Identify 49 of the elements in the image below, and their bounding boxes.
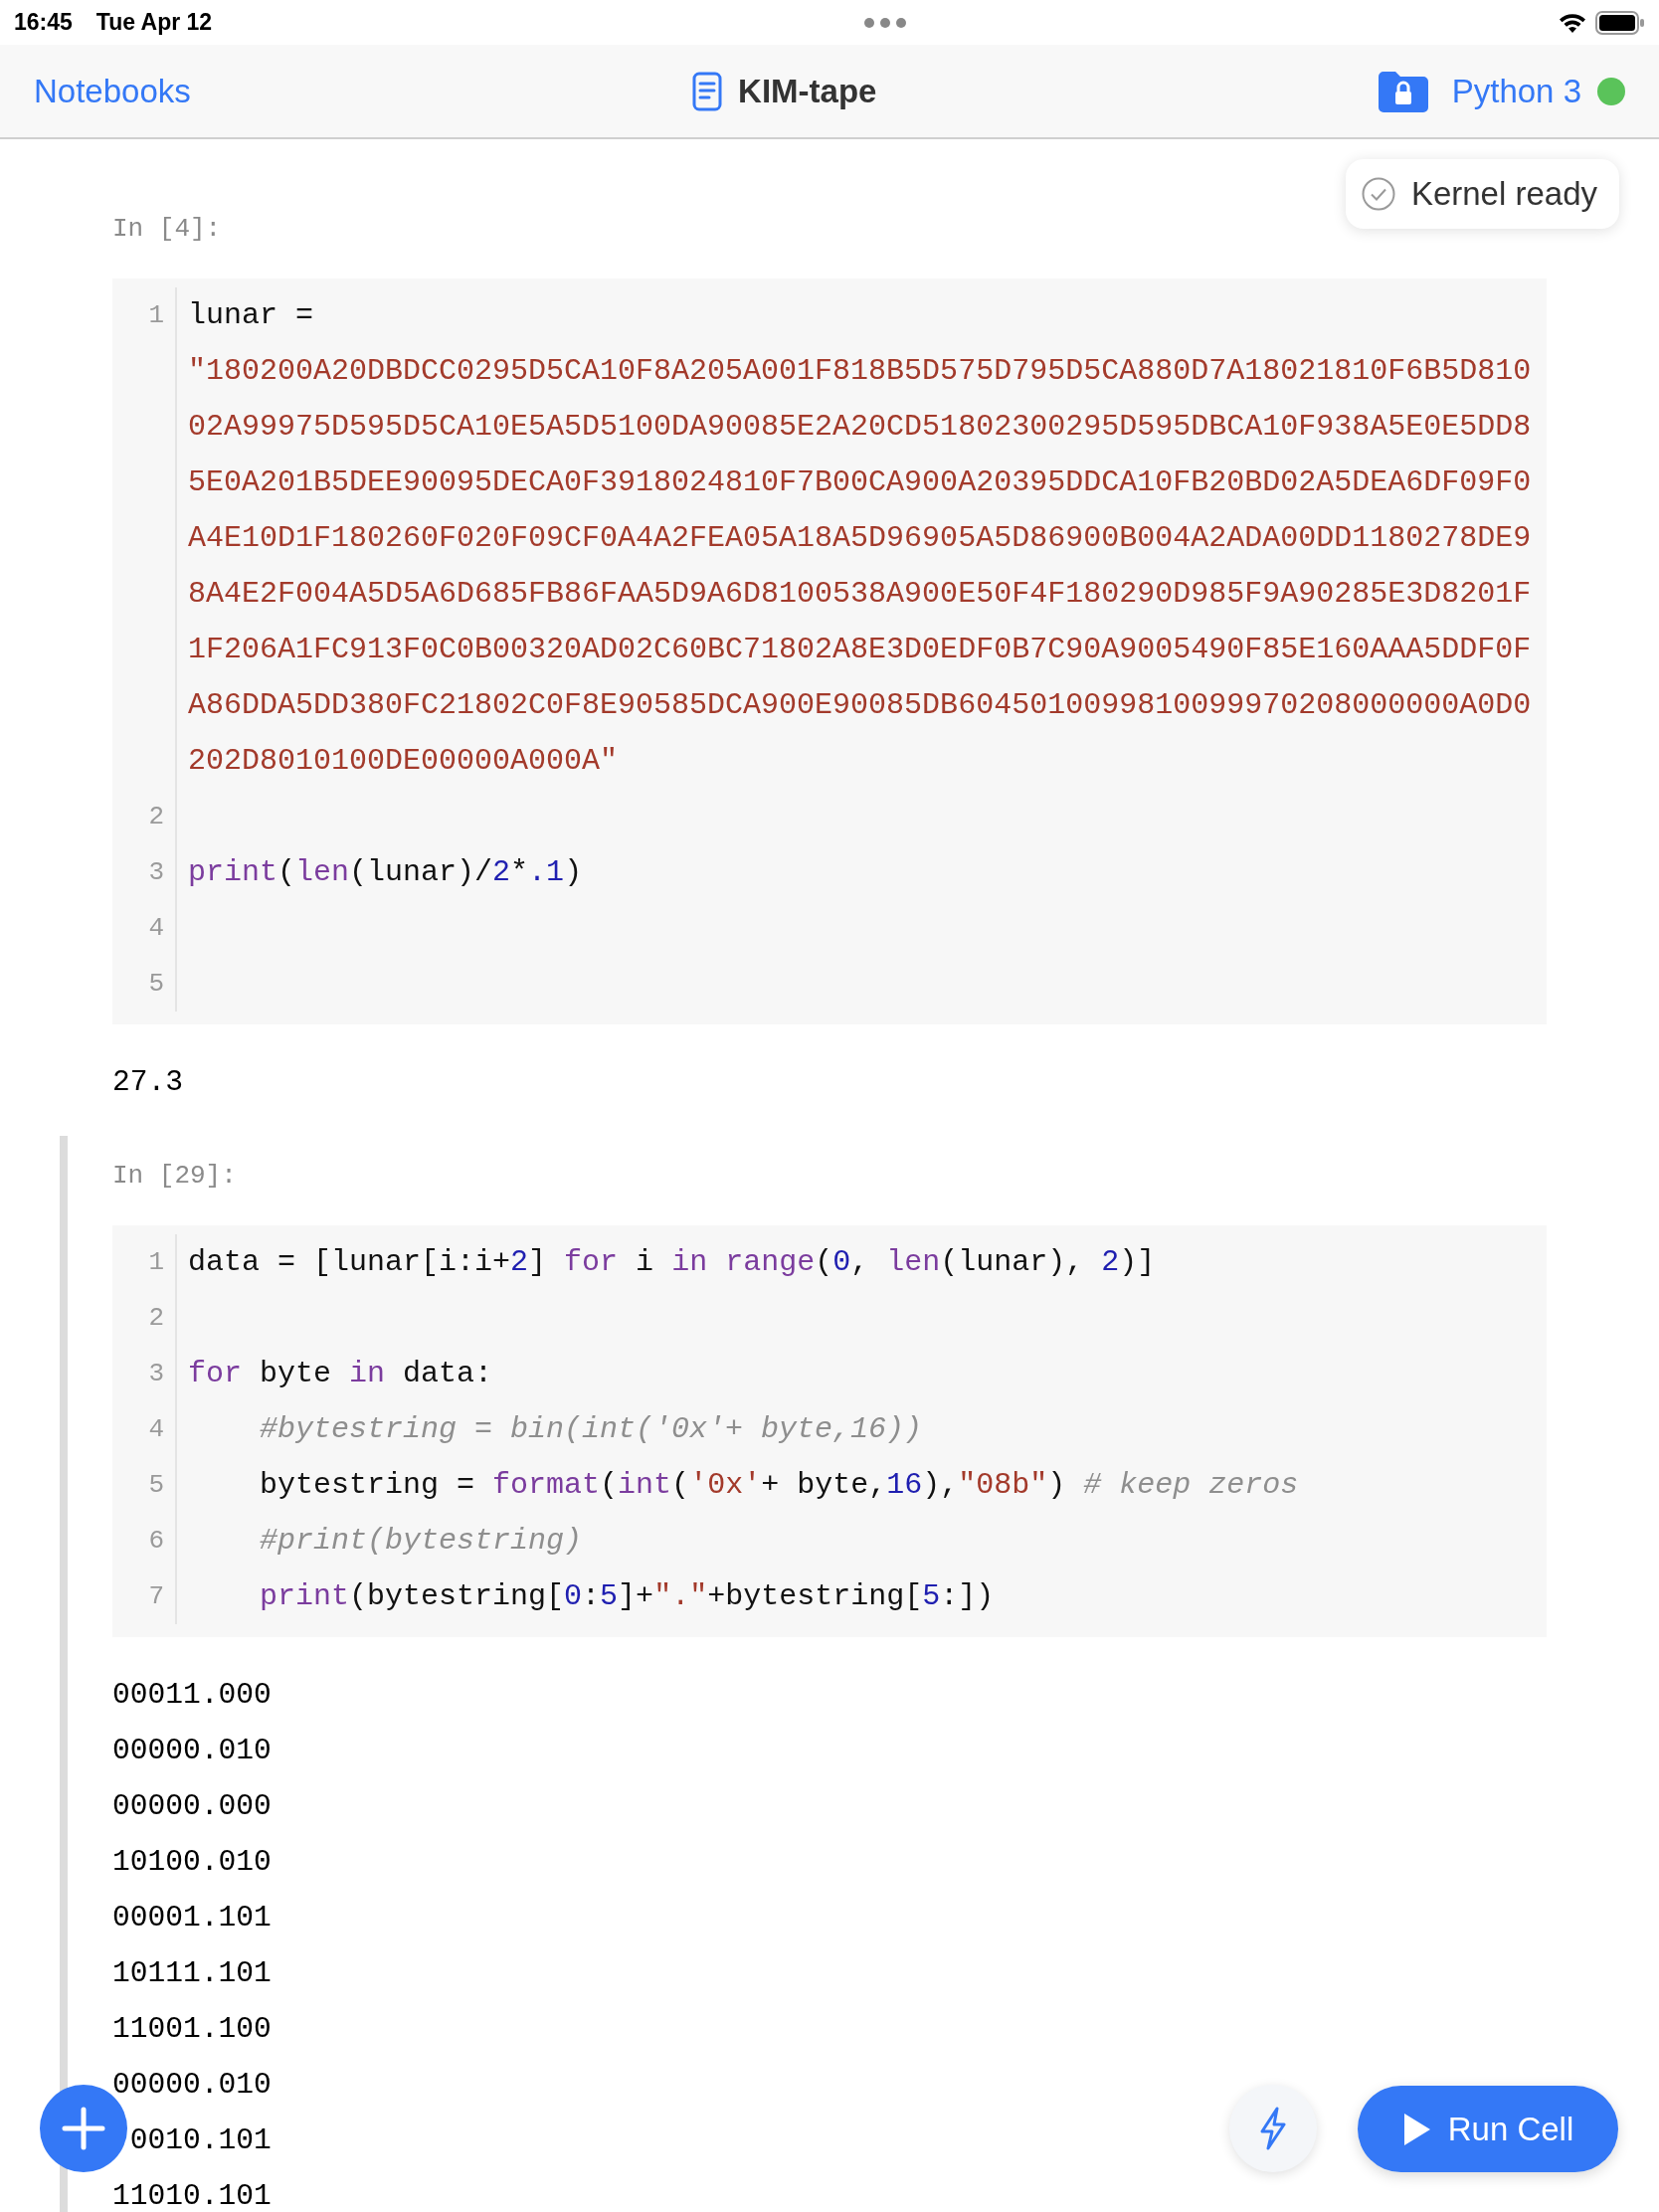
output-text: 10111.101 bbox=[112, 1955, 272, 1992]
output-text: 00000.010 bbox=[112, 2067, 272, 2104]
run-cell-button[interactable]: Run Cell bbox=[1358, 2086, 1618, 2172]
code-line: #print(bytestring) bbox=[259, 1523, 584, 1560]
output-text: 00000.010 bbox=[112, 1733, 272, 1769]
cell-prompt: In [29]: bbox=[112, 1160, 238, 1193]
more-icon[interactable] bbox=[862, 16, 907, 29]
notebook-title: KIM-tape bbox=[738, 71, 877, 111]
output-text: 0010.101 bbox=[128, 2122, 272, 2159]
line-number: 2 bbox=[147, 1302, 165, 1335]
line-number: 5 bbox=[147, 968, 165, 1001]
output-text: 27.3 bbox=[112, 1064, 184, 1101]
line-number: 2 bbox=[147, 801, 165, 833]
folder-lock-icon[interactable] bbox=[1378, 70, 1428, 112]
battery-icon bbox=[1595, 10, 1645, 35]
output-text: 11001.100 bbox=[112, 2011, 272, 2048]
line-number: 4 bbox=[147, 912, 165, 945]
output-text: 00011.000 bbox=[112, 1677, 272, 1714]
output-text: 10100.010 bbox=[112, 1844, 272, 1881]
output-text: 00000.000 bbox=[112, 1788, 272, 1825]
play-icon bbox=[1401, 2111, 1432, 2147]
document-icon bbox=[692, 71, 723, 111]
code-line: print(bytestring[0:5]+"."+bytestring[5:]) bbox=[259, 1578, 996, 1615]
code-line: lunar = "180200A20DBDCC0295D5CA10F8A205A001F818B5D575D795D5CA880D7A18021810F6B5D81002A99975D595D5CA10E5A5D5100DA90085E2A20CD51802300295D595DBCA10F938A5E0E5DD85E0A201B5DEE90095DECA0F3918024810F7B00CA900A20395DDCA10FB20BD02A5DEA6DF09F0A4E10D1F180260F020F09CF0A4A2FEA05A18A5D96905A5D86900B004A2ADA00DD1180278DE98A4E2F004A5D5A6D685FB86FAA5D9A6D8100538A900E50F4F180290D985F9A90285E3D8201F1F206A1FC913F0C0B00320AD02C60BC71802A8E3D0EDF0B7C90A9005490F85E160AAA5DDF0FA86DDA5DD380FC21802C0F8E90585DCA900E90085DB6045010099810099970208000000A0D0202D8010100DE00000A000A" bbox=[188, 297, 1533, 780]
line-number: 6 bbox=[147, 1525, 165, 1558]
code-line: data = [lunar[i:i+2] for i in range(0, len(lunar), 2)] bbox=[188, 1244, 1157, 1281]
output-text: 11010.101 bbox=[112, 2178, 272, 2212]
line-number: 5 bbox=[147, 1469, 165, 1502]
line-number: 1 bbox=[147, 299, 165, 332]
line-number: 4 bbox=[147, 1413, 165, 1446]
code-line: print(len(lunar)/2*.1) bbox=[188, 854, 584, 891]
back-link[interactable]: Notebooks bbox=[34, 72, 191, 109]
check-circle-icon bbox=[1361, 177, 1395, 211]
line-number: 3 bbox=[147, 856, 165, 889]
code-line: for byte in data: bbox=[188, 1356, 494, 1392]
line-number: 1 bbox=[147, 1246, 165, 1279]
line-number: 3 bbox=[147, 1358, 165, 1390]
kernel-name[interactable]: Python 3 bbox=[1451, 66, 1581, 116]
toast-text: Kernel ready bbox=[1410, 174, 1597, 215]
code-line: bytestring = format(int('0x'+ byte,16),"08b") # keep zeros bbox=[259, 1467, 1300, 1504]
plus-icon bbox=[62, 2107, 105, 2150]
line-number: 7 bbox=[147, 1580, 165, 1613]
code-line: #bytestring = bin(int('0x'+ byte,16)) bbox=[259, 1411, 924, 1448]
lightning-icon bbox=[1259, 2107, 1287, 2150]
cell-prompt: In [4]: bbox=[112, 213, 223, 246]
wifi-icon bbox=[1558, 11, 1587, 34]
status-date: Tue Apr 12 bbox=[95, 8, 213, 38]
output-text: 00001.101 bbox=[112, 1900, 272, 1936]
status-time: 16:45 bbox=[14, 8, 73, 38]
